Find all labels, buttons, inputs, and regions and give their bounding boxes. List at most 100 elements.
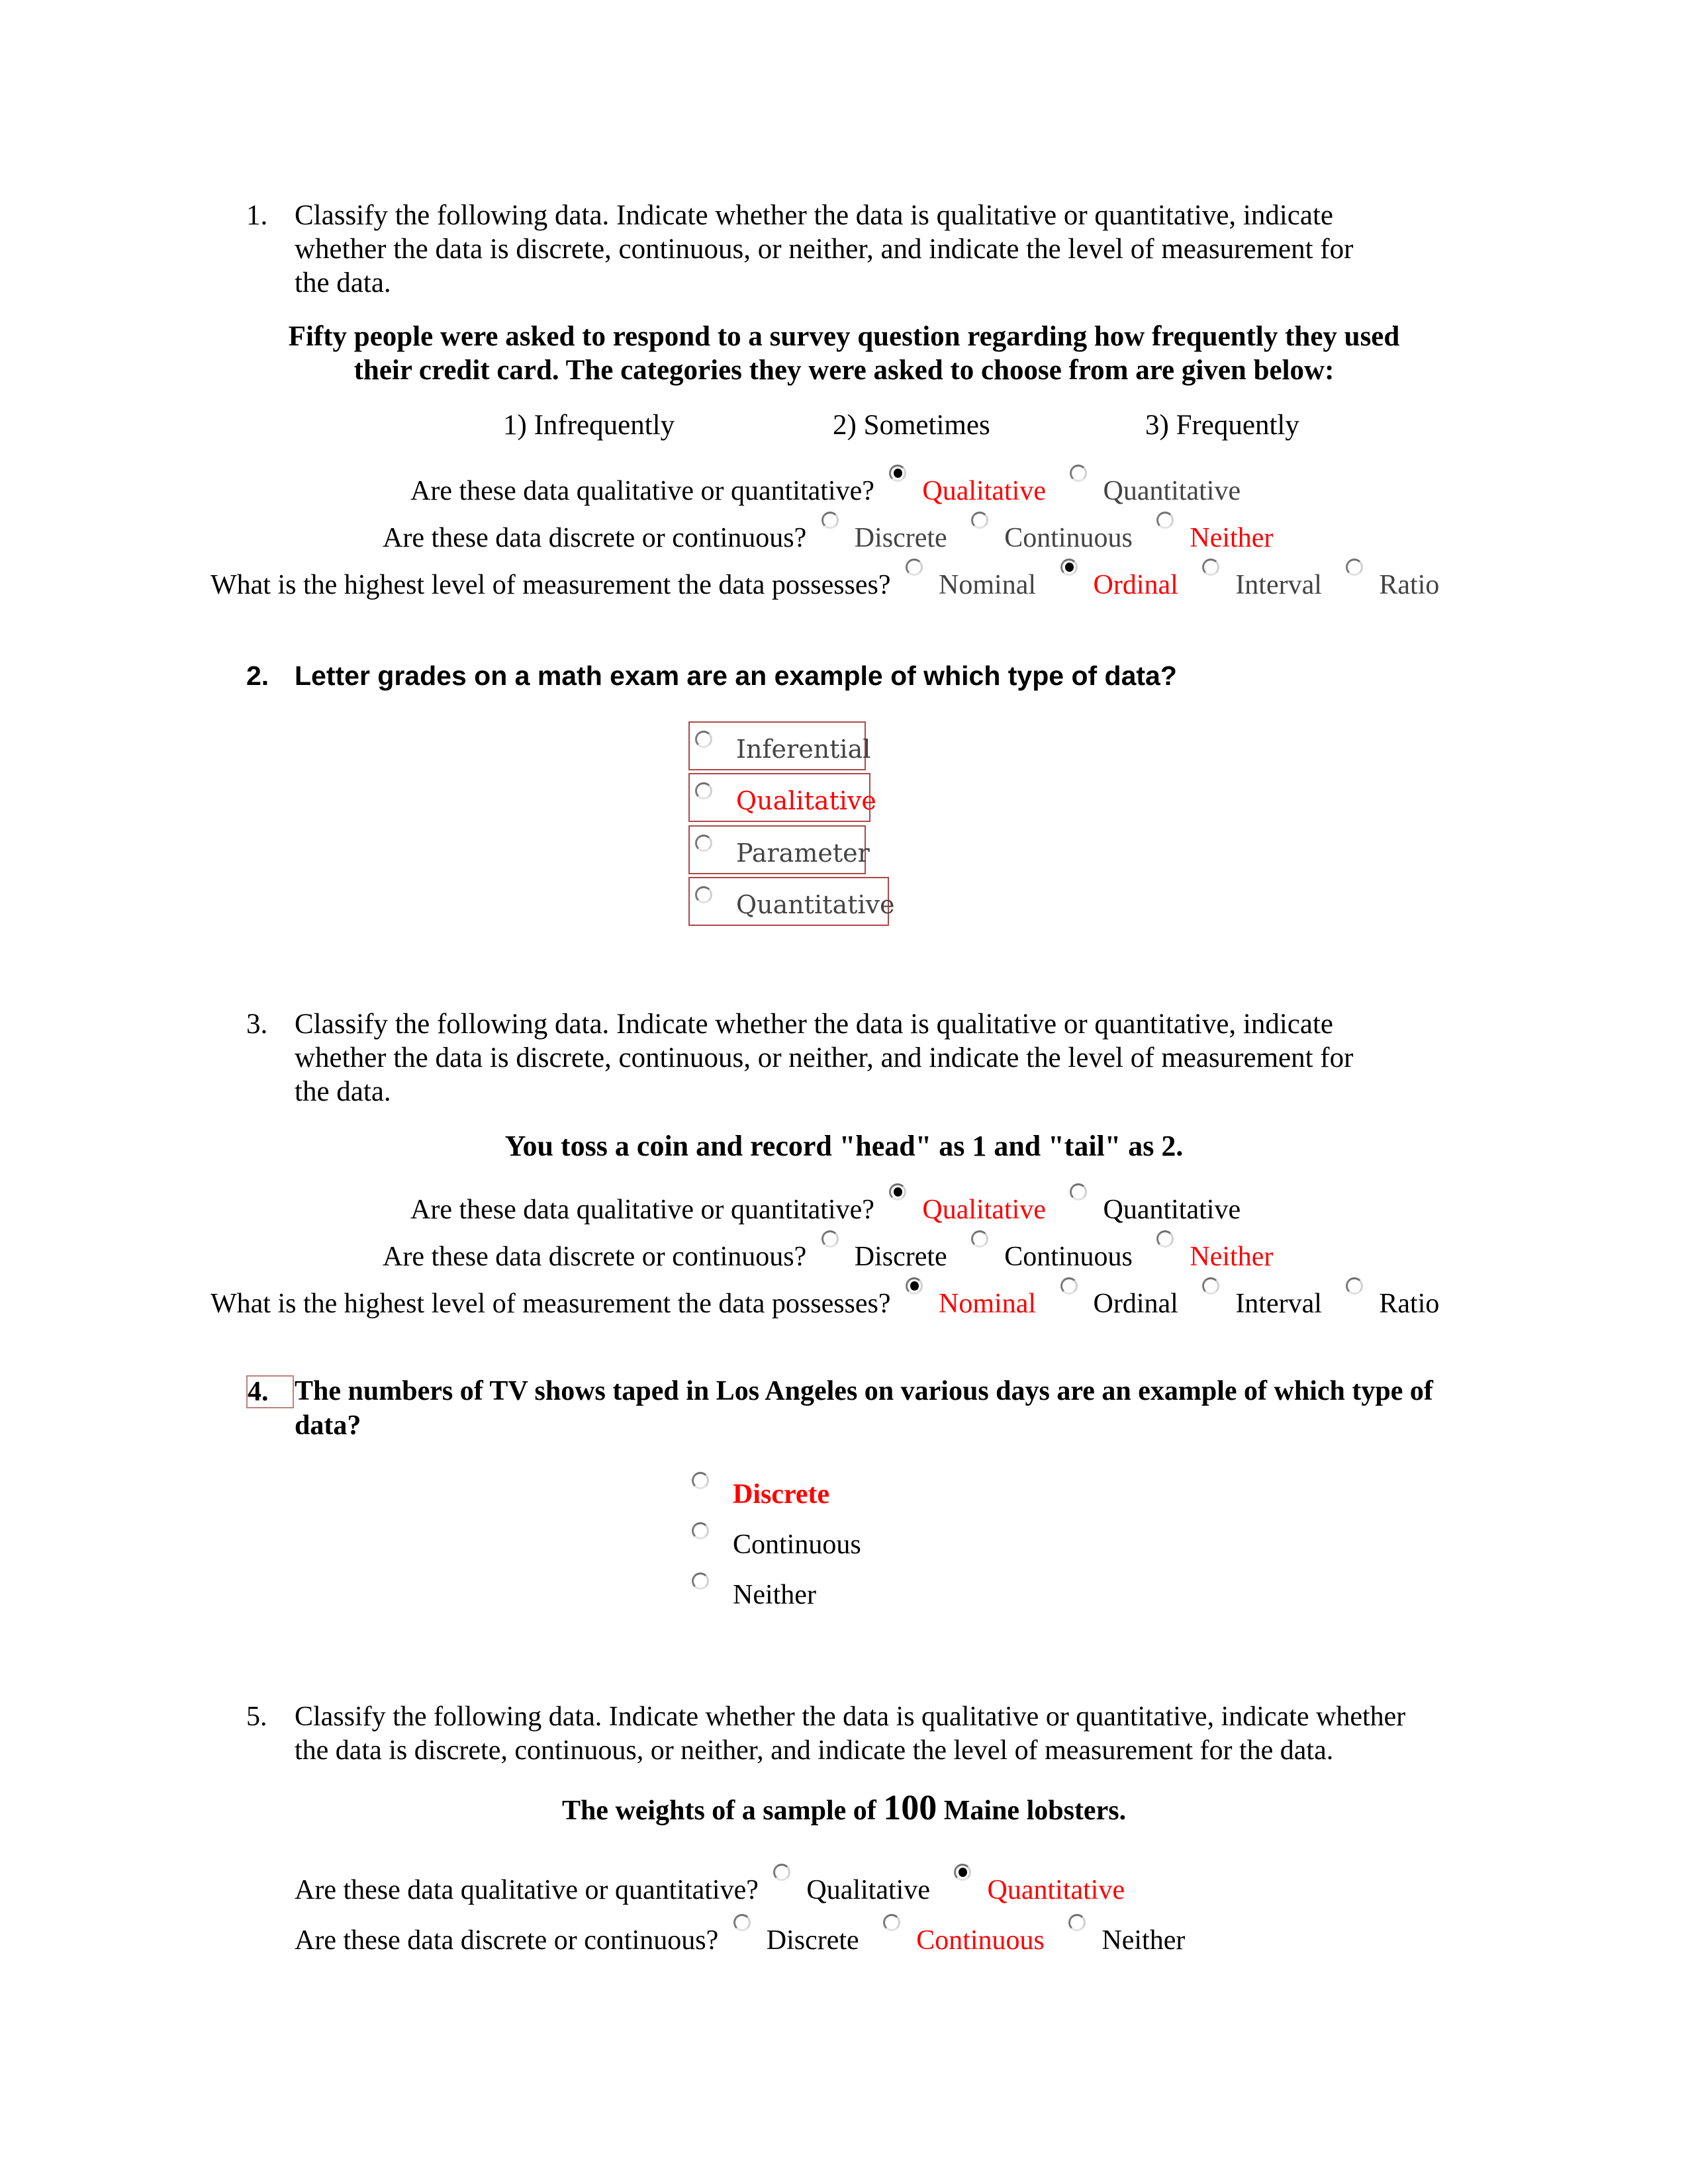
question-number: 1.: [246, 200, 268, 231]
instructions-line: Classify the following data. Indicate wh…: [295, 200, 1333, 231]
option-label[interactable]: Ordinal: [1094, 1289, 1178, 1319]
option-label[interactable]: Continuous: [733, 1529, 861, 1561]
radio-button[interactable]: [692, 1572, 709, 1590]
instructions-line: the data.: [295, 267, 391, 298]
radio-button[interactable]: [692, 1522, 709, 1539]
row-prompt: Are these data qualitative or quantitati…: [410, 1195, 874, 1225]
scenario-line: their credit card. The categories they w…: [353, 355, 1335, 386]
answer-option-parameter[interactable]: Parameter: [688, 825, 870, 874]
option-label[interactable]: Qualitative: [922, 1195, 1046, 1225]
option-label[interactable]: Quantitative: [1103, 1195, 1241, 1225]
option-label[interactable]: Discrete: [767, 1925, 859, 1956]
radio-button[interactable]: [1202, 1277, 1220, 1295]
option-label[interactable]: Continuous: [1004, 523, 1133, 553]
instructions-line: Classify the following data. Indicate wh…: [295, 1009, 1333, 1040]
radio-button[interactable]: [1346, 559, 1364, 576]
option-label[interactable]: Continuous: [916, 1925, 1045, 1956]
radio-button[interactable]: [821, 1230, 839, 1248]
category-item: 2) Sometimes: [833, 410, 990, 441]
radio-button[interactable]: [883, 1914, 901, 1931]
radio-button[interactable]: [692, 1472, 709, 1489]
row-prompt: What is the highest level of measurement…: [211, 1289, 891, 1319]
question-number: 5.: [246, 1702, 267, 1732]
question-text-line: data?: [295, 1410, 361, 1441]
question-text: Letter grades on a math exam are an exam…: [295, 660, 1177, 691]
category-item: 1) Infrequently: [503, 410, 675, 441]
radio-button[interactable]: [971, 1230, 989, 1248]
option-label[interactable]: Ordinal: [1094, 570, 1178, 600]
question-number: 3.: [246, 1009, 268, 1040]
scenario-text: The weights of a sample of: [561, 1796, 884, 1826]
question-text-line: The numbers of TV shows taped in Los Ang…: [295, 1376, 1433, 1406]
option-label[interactable]: Qualitative: [736, 786, 876, 815]
option-label[interactable]: Neither: [1190, 1242, 1273, 1272]
radio-button[interactable]: [1070, 1183, 1088, 1201]
radio-row-discrete-continuous: Are these data discrete or continuous? D…: [295, 1914, 1194, 1956]
option-label[interactable]: Neither: [733, 1579, 816, 1611]
radio-button[interactable]: [695, 782, 712, 799]
option-label[interactable]: Ratio: [1379, 1289, 1439, 1319]
option-label[interactable]: Qualitative: [922, 476, 1046, 506]
option-label[interactable]: Parameter: [736, 839, 870, 868]
radio-button[interactable]: [971, 512, 989, 529]
radio-button[interactable]: [906, 559, 923, 576]
scenario: The weights of a sample of 100 Maine lob…: [199, 1787, 1489, 1828]
option-label[interactable]: Quantitative: [1103, 476, 1241, 506]
radio-button[interactable]: [889, 465, 907, 482]
radio-row-level-of-measurement: What is the highest level of measurement…: [211, 559, 1448, 601]
radio-button[interactable]: [1070, 465, 1088, 482]
row-prompt: Are these data qualitative or quantitati…: [295, 1875, 759, 1905]
instructions-line: whether the data is discrete, continuous…: [295, 1042, 1354, 1073]
radio-button[interactable]: [695, 731, 712, 748]
option-label[interactable]: Quantitative: [736, 890, 895, 919]
row-prompt: Are these data discrete or continuous?: [383, 1242, 807, 1272]
radio-row-qual-quant: Are these data qualitative or quantitati…: [410, 1183, 1250, 1226]
option-label[interactable]: Inferential: [736, 735, 870, 764]
radio-row-qual-quant: Are these data qualitative or quantitati…: [410, 465, 1250, 507]
option-label[interactable]: Qualitative: [806, 1875, 930, 1905]
radio-row-discrete-continuous: Are these data discrete or continuous? D…: [383, 512, 1282, 554]
option-label[interactable]: Interval: [1235, 570, 1322, 600]
row-prompt: Are these data discrete or continuous?: [295, 1925, 719, 1956]
option-label[interactable]: Discrete: [855, 1242, 947, 1272]
radio-row-level-of-measurement: What is the highest level of measurement…: [211, 1277, 1448, 1320]
row-prompt: Are these data qualitative or quantitati…: [410, 476, 874, 506]
scenario-number: 100: [883, 1788, 937, 1827]
radio-row-qual-quant: Are these data qualitative or quantitati…: [295, 1864, 1134, 1906]
instructions-line: whether the data is discrete, continuous…: [295, 234, 1354, 265]
radio-button[interactable]: [773, 1864, 791, 1881]
radio-button[interactable]: [1060, 559, 1078, 576]
radio-button[interactable]: [733, 1914, 751, 1931]
radio-button[interactable]: [1202, 559, 1220, 576]
option-label[interactable]: Discrete: [733, 1479, 829, 1510]
answer-option-inferential[interactable]: Inferential: [688, 721, 870, 770]
scenario-line: Fifty people were asked to respond to a …: [288, 321, 1400, 352]
option-label[interactable]: Neither: [1190, 523, 1273, 553]
category-item: 3) Frequently: [1145, 410, 1299, 441]
scenario: You toss a coin and record "head" as 1 a…: [504, 1130, 1184, 1162]
radio-button[interactable]: [889, 1183, 907, 1201]
option-label[interactable]: Continuous: [1004, 1242, 1133, 1272]
radio-button[interactable]: [821, 512, 839, 529]
row-prompt: Are these data discrete or continuous?: [383, 523, 807, 553]
radio-button[interactable]: [695, 835, 712, 852]
radio-button[interactable]: [954, 1864, 972, 1881]
answer-option-quantitative[interactable]: Quantitative: [688, 877, 895, 926]
radio-button[interactable]: [906, 1277, 923, 1295]
option-label[interactable]: Quantitative: [987, 1875, 1125, 1905]
scenario-text: Maine lobsters.: [937, 1796, 1127, 1826]
radio-button[interactable]: [1068, 1914, 1086, 1931]
option-label[interactable]: Nominal: [939, 570, 1036, 600]
radio-button[interactable]: [1156, 512, 1174, 529]
option-label[interactable]: Nominal: [939, 1289, 1036, 1319]
option-label[interactable]: Discrete: [855, 523, 947, 553]
question-number: 4.: [246, 1375, 294, 1408]
radio-button[interactable]: [695, 886, 712, 903]
radio-button[interactable]: [1346, 1277, 1364, 1295]
option-label[interactable]: Ratio: [1379, 570, 1439, 600]
radio-button[interactable]: [1060, 1277, 1078, 1295]
option-label[interactable]: Neither: [1102, 1925, 1185, 1956]
option-label[interactable]: Interval: [1235, 1289, 1322, 1319]
radio-button[interactable]: [1156, 1230, 1174, 1248]
answer-option-qualitative[interactable]: Qualitative: [688, 773, 876, 822]
